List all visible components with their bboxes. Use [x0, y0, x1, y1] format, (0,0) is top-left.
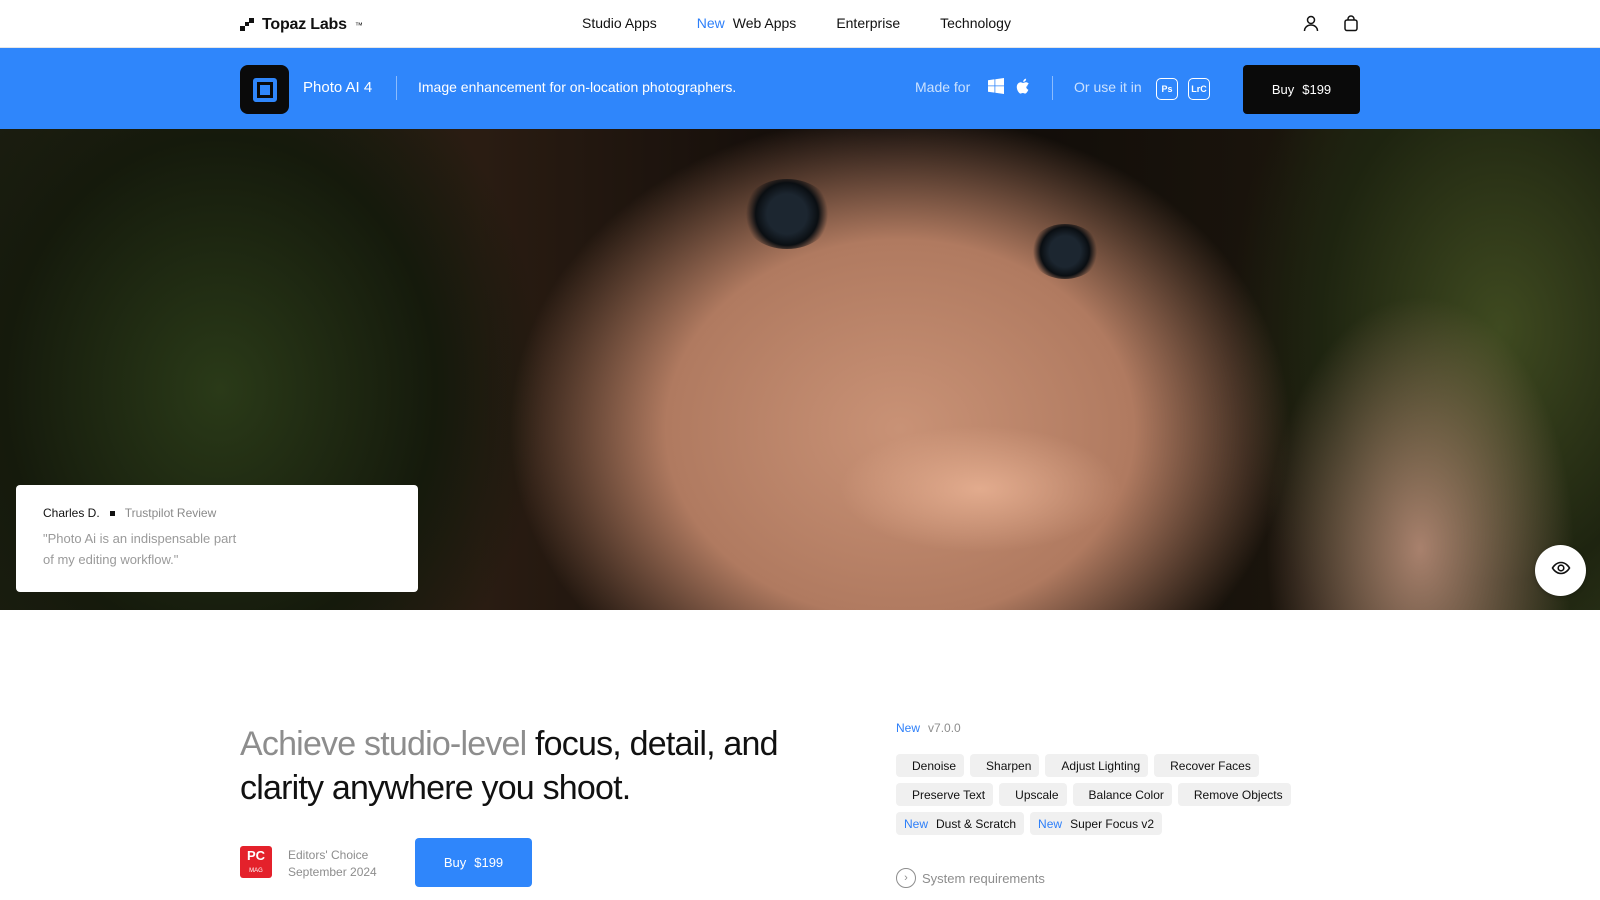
feature-tag[interactable]: Preserve Text	[896, 783, 994, 806]
photoshop-plugin-icon[interactable]: Ps	[1156, 78, 1178, 100]
feature-tag-label: Denoise	[912, 758, 957, 773]
award-text: Editors' Choice September 2024	[288, 847, 377, 881]
feature-tag[interactable]: Balance Color	[1072, 783, 1172, 806]
user-icon[interactable]	[1302, 14, 1320, 32]
pcmag-award-logo: PC MAG	[240, 846, 272, 878]
feature-tag-label: Sharpen	[986, 758, 1032, 773]
new-badge: New	[904, 816, 929, 831]
apple-icon	[1016, 78, 1032, 94]
feature-tag[interactable]: Remove Objects	[1177, 783, 1291, 806]
top-navigation: Topaz Labs ™ Studio Apps New Web Apps Ente…	[0, 0, 1600, 48]
new-badge: New	[1038, 816, 1063, 831]
buy-price: $199	[1302, 82, 1332, 97]
hero-eye-left	[742, 179, 832, 249]
nav-technology[interactable]: Technology	[940, 15, 1011, 31]
nav-enterprise[interactable]: Enterprise	[836, 15, 900, 31]
buy-label: Buy	[443, 855, 467, 870]
feature-tag-label: Preserve Text	[912, 787, 986, 802]
pcmag-logo-top: PC	[246, 848, 266, 863]
photo-ai-app-icon	[240, 65, 289, 114]
feature-tag-label: Recover Faces	[1170, 758, 1251, 773]
buy-button-main[interactable]: Buy $199	[415, 838, 532, 887]
feature-tag-label: Remove Objects	[1193, 787, 1283, 802]
version-number: v7.0.0	[928, 721, 961, 735]
logo-text: Topaz Labs	[262, 16, 347, 33]
feature-tags: Denoise Sharpen Adjust Lighting Recover …	[896, 754, 1336, 835]
feature-tag-label: Dust & Scratch	[936, 816, 1017, 831]
product-tagline: Image enhancement for on-location photog…	[418, 79, 737, 95]
feature-tag[interactable]: Adjust Lighting	[1045, 754, 1149, 777]
feature-tag[interactable]: Sharpen	[970, 754, 1040, 777]
review-card: Charles D. Trustpilot Review "Photo Ai i…	[16, 485, 418, 592]
or-use-it-in-label: Or use it in	[1074, 79, 1142, 95]
reviewer-name: Charles D.	[43, 506, 100, 520]
award-title: Editors' Choice	[288, 848, 369, 862]
review-quote: "Photo Ai is an indispensable part of my…	[43, 531, 237, 567]
new-badge: New	[896, 721, 921, 735]
plugin-icon-group: Ps LrC	[1156, 78, 1210, 100]
logo-trademark: ™	[354, 20, 363, 30]
windows-icon	[988, 78, 1004, 94]
before-after-toggle-button[interactable]	[1535, 545, 1586, 596]
product-name: Photo AI 4	[303, 79, 373, 96]
topaz-logo-icon	[240, 18, 254, 32]
headline-muted: Achieve studio-level	[240, 725, 527, 763]
bag-icon[interactable]	[1342, 14, 1360, 32]
divider	[1052, 76, 1053, 100]
feature-tag-label: Adjust Lighting	[1061, 758, 1141, 773]
hero-eye-right	[1030, 224, 1100, 279]
eye-icon	[1551, 558, 1571, 583]
nav-icon-group	[1302, 14, 1360, 32]
feature-tag-label: Super Focus v2	[1070, 816, 1155, 831]
feature-tag[interactable]: Denoise	[896, 754, 965, 777]
version-line: New v7.0.0	[896, 721, 961, 735]
divider	[396, 76, 397, 100]
system-requirements-label: System requirements	[922, 870, 1045, 886]
pcmag-logo-bottom: MAG	[249, 868, 263, 874]
feature-tag-label: Upscale	[1015, 787, 1059, 802]
feature-tag[interactable]: New Super Focus v2	[1030, 812, 1163, 835]
chevron-right-icon: ›	[896, 868, 916, 888]
main-nav-links: Studio Apps New Web Apps Enterprise Techn…	[582, 15, 1011, 31]
nav-studio-apps[interactable]: Studio Apps	[582, 15, 657, 31]
new-badge: New	[696, 15, 725, 31]
lightroom-classic-plugin-icon[interactable]: LrC	[1188, 78, 1210, 100]
nav-web-apps-label: Web Apps	[732, 15, 797, 31]
buy-button-header[interactable]: Buy $199	[1243, 65, 1360, 114]
feature-tag[interactable]: Recover Faces	[1154, 754, 1259, 777]
system-requirements-link[interactable]: › System requirements	[896, 868, 1045, 888]
award-date: September 2024	[288, 865, 377, 879]
product-bar: Photo AI 4 Image enhancement for on-loca…	[0, 48, 1600, 129]
topaz-labs-logo[interactable]: Topaz Labs ™	[240, 16, 363, 34]
made-for-label: Made for	[915, 79, 971, 95]
main-headline: Achieve studio-level focus, detail, and …	[240, 722, 780, 810]
separator-dot	[109, 510, 115, 516]
buy-price: $199	[474, 855, 504, 870]
feature-tag[interactable]: New Dust & Scratch	[896, 812, 1025, 835]
os-icon-group	[988, 78, 1032, 94]
feature-tag[interactable]: Upscale	[999, 783, 1067, 806]
buy-label: Buy	[1271, 82, 1295, 97]
nav-web-apps[interactable]: New Web Apps	[697, 15, 797, 31]
feature-tag-label: Balance Color	[1088, 787, 1164, 802]
review-source: Trustpilot Review	[124, 506, 217, 520]
review-header: Charles D. Trustpilot Review	[43, 506, 391, 520]
